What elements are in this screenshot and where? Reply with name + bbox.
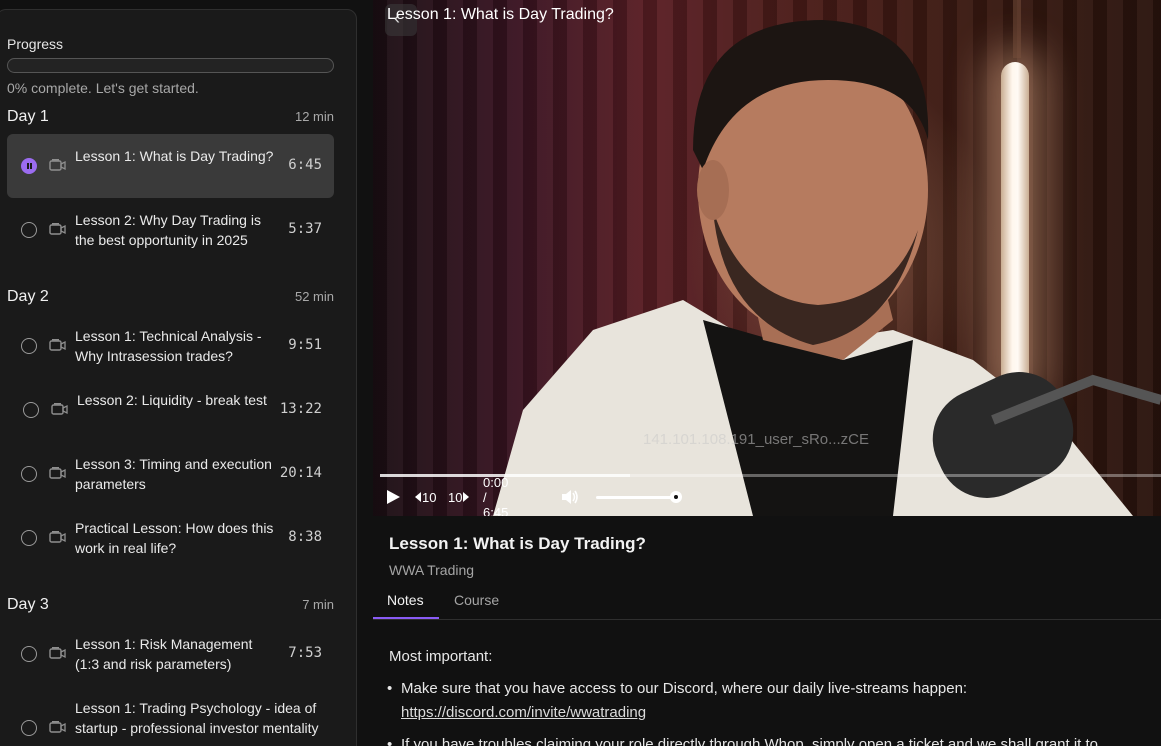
video-lesson-icon bbox=[49, 531, 66, 543]
lesson-title: Lesson 1: Trading Psychology - idea of s… bbox=[75, 700, 319, 736]
lesson-item[interactable]: Lesson 1: What is Day Trading? 6:45 bbox=[7, 134, 334, 198]
day-title: Day 1 bbox=[7, 108, 49, 125]
progress-text: 0% complete. Let's get started. bbox=[7, 80, 199, 96]
video-lesson-icon bbox=[49, 159, 66, 171]
lesson-title: Lesson 3: Timing and execution parameter… bbox=[75, 456, 272, 492]
lesson-item[interactable]: Lesson 2: Why Day Trading is the best op… bbox=[7, 198, 334, 262]
video-lesson-icon bbox=[49, 467, 66, 479]
lesson-duration: 20:14 bbox=[279, 465, 322, 481]
video-lesson-icon bbox=[51, 403, 68, 415]
lesson-title: Lesson 1: What is Day Trading? bbox=[75, 148, 274, 164]
day-title: Day 2 bbox=[7, 288, 49, 305]
volume-handle[interactable] bbox=[670, 491, 682, 503]
bullet-dot: • bbox=[387, 680, 393, 697]
play-icon bbox=[387, 490, 400, 504]
day-duration: 7 min bbox=[302, 597, 334, 612]
tab-course[interactable]: Course bbox=[454, 592, 499, 608]
video-player[interactable]: ‹ Lesson 1: What is Day Trading? 141.101… bbox=[373, 0, 1161, 516]
lesson-item[interactable]: Lesson 1: Risk Management (1:3 and risk … bbox=[7, 622, 334, 686]
lesson-duration: 7:53 bbox=[288, 645, 322, 661]
lesson-duration: 9:51 bbox=[288, 337, 322, 353]
notes-heading: Most important: bbox=[389, 648, 493, 665]
lesson-title: Lesson 2: Liquidity - break test bbox=[77, 392, 267, 408]
video-lesson-icon bbox=[49, 647, 66, 659]
forward-icon bbox=[463, 492, 470, 502]
progress-bar bbox=[7, 58, 334, 73]
pause-status-icon bbox=[21, 158, 37, 174]
discord-link[interactable]: https://discord.com/invite/wwatrading bbox=[401, 704, 646, 721]
channel-name[interactable]: WWA Trading bbox=[389, 562, 474, 578]
lesson-item[interactable]: Lesson 1: Technical Analysis - Why Intra… bbox=[7, 314, 334, 378]
active-tab-indicator bbox=[373, 617, 439, 619]
lesson-item[interactable]: Lesson 1: Trading Psychology - idea of s… bbox=[7, 686, 334, 746]
lesson-title: Lesson 1: Technical Analysis - Why Intra… bbox=[75, 328, 262, 364]
video-title: Lesson 1: What is Day Trading? bbox=[387, 6, 614, 23]
incomplete-status-icon bbox=[21, 530, 37, 546]
progress-label: Progress bbox=[7, 36, 64, 52]
volume-icon bbox=[562, 490, 578, 504]
day-title: Day 3 bbox=[7, 596, 49, 613]
video-lesson-icon bbox=[49, 721, 66, 733]
day-duration: 12 min bbox=[294, 109, 334, 124]
lesson-item[interactable]: Lesson 3: Timing and execution parameter… bbox=[7, 442, 334, 506]
incomplete-status-icon bbox=[21, 646, 37, 662]
app-root: Progress 0% complete. Let's get started.… bbox=[0, 0, 1161, 746]
forward-label: 10 bbox=[448, 489, 463, 505]
lesson-duration: 6:45 bbox=[288, 157, 322, 173]
incomplete-status-icon bbox=[21, 222, 37, 238]
incomplete-status-icon bbox=[21, 338, 37, 354]
time-display: 0:00 / 6:45 bbox=[483, 475, 508, 517]
course-sidebar: Progress 0% complete. Let's get started.… bbox=[0, 9, 357, 746]
user-watermark: 141.101.108.191_user_sRo...zCE bbox=[643, 431, 869, 448]
day-1-header[interactable]: Day 1 12 min bbox=[7, 108, 334, 128]
play-button[interactable] bbox=[385, 486, 403, 508]
day-2-header[interactable]: Day 2 52 min bbox=[7, 288, 334, 308]
incomplete-status-icon bbox=[21, 720, 37, 736]
incomplete-status-icon bbox=[23, 402, 39, 418]
lesson-title: Lesson 2: Why Day Trading is the best op… bbox=[75, 212, 261, 248]
lesson-title: Practical Lesson: How does this work in … bbox=[75, 520, 274, 556]
rewind-label: 10 bbox=[422, 489, 437, 505]
incomplete-status-icon bbox=[21, 466, 37, 482]
rewind-10-button[interactable]: 10 bbox=[414, 486, 436, 508]
volume-button[interactable] bbox=[561, 486, 581, 508]
content-tabs: Notes Course bbox=[373, 586, 1161, 620]
bullet-text: If you have troubles claiming your role … bbox=[401, 736, 1099, 746]
lesson-duration: 13:22 bbox=[279, 401, 322, 417]
day-duration: 52 min bbox=[294, 289, 334, 304]
tab-notes[interactable]: Notes bbox=[387, 592, 424, 608]
lesson-title: Lesson 1: Risk Management (1:3 and risk … bbox=[75, 636, 253, 672]
bullet-text: Make sure that you have access to our Di… bbox=[401, 680, 968, 697]
lesson-item[interactable]: Lesson 2: Liquidity - break test 13:22 bbox=[7, 378, 334, 442]
lesson-duration: 5:37 bbox=[288, 221, 322, 237]
day-3-header[interactable]: Day 3 7 min bbox=[7, 596, 334, 616]
forward-10-button[interactable]: 10 bbox=[448, 486, 470, 508]
lesson-item[interactable]: Practical Lesson: How does this work in … bbox=[7, 506, 334, 570]
video-lesson-icon bbox=[49, 339, 66, 351]
volume-slider[interactable] bbox=[596, 496, 676, 499]
lesson-duration: 8:38 bbox=[288, 529, 322, 545]
video-lesson-icon bbox=[49, 223, 66, 235]
rewind-icon bbox=[415, 492, 421, 502]
bullet-dot: • bbox=[387, 736, 393, 746]
lesson-heading: Lesson 1: What is Day Trading? bbox=[389, 534, 646, 553]
